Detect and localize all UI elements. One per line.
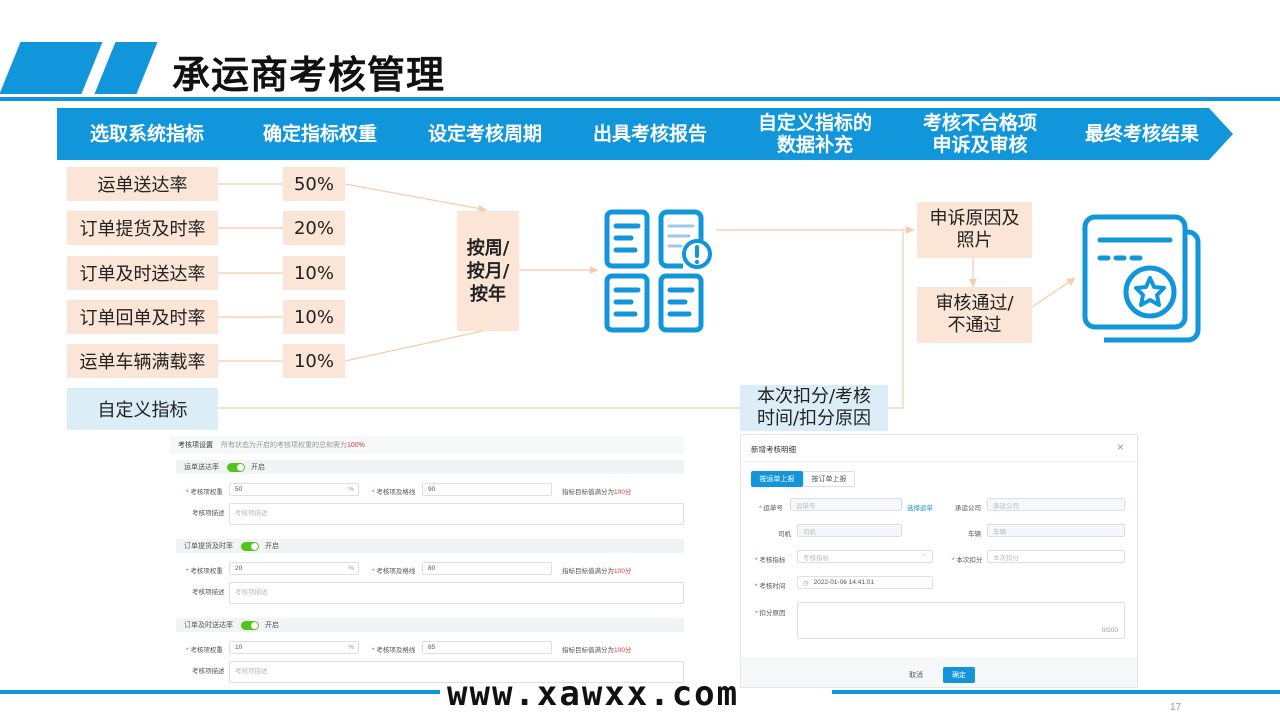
step-2: 确定指标权重 bbox=[222, 108, 414, 160]
add-assessment-dialog: 新增考核明细 × 按运单上报 按订单上报 * 运单号 运单号 选择运单 承运公司… bbox=[740, 434, 1138, 688]
toggle-switch[interactable] bbox=[241, 620, 259, 630]
weight-2: 20% bbox=[283, 211, 345, 245]
supplement-box: 本次扣分/考核 时间/扣分原因 bbox=[740, 385, 888, 431]
indicator-2: 订单提货及时率 bbox=[67, 211, 218, 245]
clock-icon: ◷ bbox=[803, 579, 809, 587]
weight-input[interactable]: 50% bbox=[229, 483, 359, 496]
custom-indicator: 自定义指标 bbox=[67, 388, 218, 430]
dialog-divider bbox=[741, 461, 1137, 462]
period-box: 按周/ 按月/ 按年 bbox=[457, 211, 519, 331]
carrier-input[interactable]: 承运公司 bbox=[987, 498, 1125, 511]
header-decor-right bbox=[94, 42, 158, 94]
settings-header: 考核项设置 所有状态为开启的考核项权重的总和需为100% bbox=[170, 436, 684, 454]
deduct-input[interactable]: 本次扣分 bbox=[987, 550, 1125, 563]
settings-note: 所有状态为开启的考核项权重的总和需为100% bbox=[221, 442, 365, 449]
indicator-1: 运单送达率 bbox=[67, 167, 218, 201]
driver-input[interactable]: 司机 bbox=[797, 524, 902, 537]
step-3: 设定考核周期 bbox=[387, 108, 579, 160]
description-input[interactable]: 考核项描述 bbox=[229, 503, 684, 525]
tab-by-waybill[interactable]: 按运单上报 bbox=[751, 471, 803, 487]
select-waybill-link[interactable]: 选择运单 bbox=[907, 502, 933, 512]
review-box: 审核通过/ 不通过 bbox=[917, 287, 1032, 343]
watermark: www.xawxx.com bbox=[447, 674, 740, 714]
description-input[interactable]: 考核项描述 bbox=[229, 582, 684, 604]
appeal-box: 申诉原因及 照片 bbox=[917, 202, 1032, 258]
settings-section-3: 订单及时送达率 开启 bbox=[176, 618, 684, 632]
step-5: 自定义指标的 数据补充 bbox=[717, 108, 909, 160]
settings-section-1: 运单送达率 开启 bbox=[176, 460, 684, 474]
page-number: 17 bbox=[1170, 702, 1182, 713]
settings-panel: 考核项设置 所有状态为开启的考核项权重的总和需为100% 运单送达率 开启 * … bbox=[170, 436, 684, 686]
close-icon[interactable]: × bbox=[1117, 440, 1124, 454]
weight-1: 50% bbox=[283, 167, 345, 201]
step-1: 选取系统指标 bbox=[57, 108, 247, 160]
cancel-button[interactable]: 取消 bbox=[901, 667, 931, 683]
weight-3: 10% bbox=[283, 256, 345, 290]
settings-section-2: 订单提货及时率 开启 bbox=[176, 539, 684, 553]
toggle-switch[interactable] bbox=[241, 541, 259, 551]
tab-by-order[interactable]: 按订单上报 bbox=[803, 471, 855, 487]
reason-textarea[interactable]: 0/200 bbox=[797, 602, 1125, 639]
footer-line-left bbox=[0, 690, 440, 694]
step-6: 考核不合格项 申诉及审核 bbox=[882, 108, 1074, 160]
step-4: 出具考核报告 bbox=[552, 108, 744, 160]
weight-4: 10% bbox=[283, 300, 345, 334]
baseline-input[interactable]: 85 bbox=[422, 641, 552, 654]
indicator-4: 订单回单及时率 bbox=[67, 300, 218, 334]
chevron-down-icon: ⌵ bbox=[921, 551, 926, 558]
page-title: 承运商考核管理 bbox=[172, 53, 446, 97]
vehicle-input[interactable]: 车辆 bbox=[987, 524, 1125, 537]
header-decor-left bbox=[0, 42, 103, 94]
settings-title: 考核项设置 bbox=[178, 442, 213, 449]
baseline-input[interactable]: 90 bbox=[422, 483, 552, 496]
dialog-title: 新增考核明细 bbox=[751, 445, 796, 454]
weight-input[interactable]: 20% bbox=[229, 562, 359, 575]
indicator-3: 订单及时送达率 bbox=[67, 256, 218, 290]
weight-5: 10% bbox=[283, 344, 345, 378]
report-documents-icon bbox=[604, 209, 712, 333]
baseline-input[interactable]: 80 bbox=[422, 562, 552, 575]
header-divider bbox=[0, 97, 1280, 101]
certificate-result-icon bbox=[1082, 214, 1201, 343]
dialog-footer bbox=[741, 657, 1137, 687]
indicator-select[interactable]: 考核指标 ⌵ bbox=[797, 550, 933, 563]
indicator-5: 运单车辆满载率 bbox=[67, 344, 218, 378]
waybill-input[interactable]: 运单号 bbox=[790, 498, 902, 511]
step-7: 最终考核结果 bbox=[1047, 108, 1233, 160]
confirm-button[interactable]: 确定 bbox=[943, 667, 975, 683]
toggle-switch[interactable] bbox=[227, 462, 245, 472]
time-picker[interactable]: ◷ 2022-01-06 14:41:01 bbox=[797, 576, 933, 589]
footer-line-right bbox=[832, 690, 1280, 694]
weight-input[interactable]: 10% bbox=[229, 641, 359, 654]
